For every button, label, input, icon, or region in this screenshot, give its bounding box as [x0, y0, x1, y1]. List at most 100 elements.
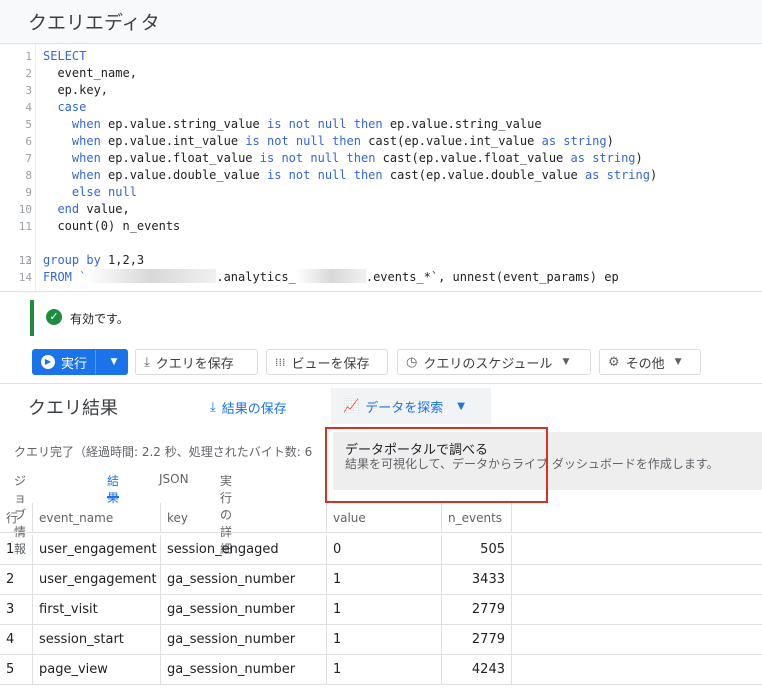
code-line-13[interactable]: 13 group by 1,2,3	[0, 252, 762, 269]
code-text: event_name,	[43, 66, 137, 80]
line-number: 2	[25, 67, 32, 80]
grid-dots-icon: ⁞⁞⁞	[275, 355, 286, 369]
table-cell: 4	[0, 625, 33, 655]
sql-editor[interactable]: 1 SELECT 2 event_name, 3 ep.key, 4 case 5 whe…	[0, 44, 762, 292]
code-text: ep.key,	[43, 83, 109, 97]
line-number: 4	[25, 101, 32, 114]
table-header-row: 行 event_name key value n_events	[0, 503, 762, 533]
chevron-down-icon: ▼	[457, 400, 465, 412]
redacted-dataset	[295, 269, 366, 283]
table-cell: 1	[327, 625, 442, 655]
code-line-4[interactable]: 4 case	[0, 99, 762, 116]
table-cell: 3	[0, 595, 33, 625]
validation-text: 有効です。	[70, 312, 129, 326]
code-text: SELECT	[43, 49, 87, 63]
code-line-12[interactable]: 12 FROM ` .analytics_ .events_*`, unnest(e…	[0, 235, 762, 284]
column-header: n_events	[442, 503, 512, 533]
table-cell: 3433	[442, 565, 512, 595]
code-text: when ep.value.string_value is not null t…	[71, 117, 542, 131]
table-cell: 2779	[442, 595, 512, 625]
column-header: 行	[0, 503, 33, 533]
tab-job-info[interactable]: ジョブ情報	[14, 472, 26, 556]
explore-data-button[interactable]: 📈 データを探索 ▼	[331, 388, 491, 424]
table-row: 1 user_engagement session_engaged 0 505	[0, 535, 762, 565]
save-query-button[interactable]: ⤓ クエリを保存	[135, 349, 258, 375]
code-line-11[interactable]: 11 count(0) n_events	[0, 218, 762, 235]
table-row: 5 page_view ga_session_number 1 4243	[0, 655, 762, 685]
table-cell: user_engagement	[33, 565, 161, 595]
code-line-5[interactable]: 5 when ep.value.string_value is not null…	[0, 116, 762, 133]
table-cell: 1	[327, 565, 442, 595]
line-number: 11	[18, 220, 32, 233]
code-text: case	[57, 100, 87, 114]
table-cell: ga_session_number	[161, 565, 327, 595]
code-line-2[interactable]: 2 event_name,	[0, 65, 762, 82]
line-number: 6	[25, 135, 32, 148]
chart-icon: 📈	[343, 398, 360, 414]
download-icon: ⤓	[210, 400, 216, 415]
table-cell: 5	[0, 655, 33, 685]
line-number: 9	[25, 186, 32, 199]
table-cell: ga_session_number	[161, 625, 327, 655]
code-line-9[interactable]: 9 else null	[0, 184, 762, 201]
redacted-project	[86, 269, 217, 283]
table-cell: 505	[442, 535, 512, 565]
check-circle-icon: ✓	[46, 309, 62, 325]
save-view-button[interactable]: ⁞⁞⁞ ビューを保存	[266, 349, 388, 375]
table-cell: 1	[0, 535, 33, 565]
tab-results[interactable]: 結果	[107, 472, 120, 505]
table-row: 4 session_start ga_session_number 1 2779	[0, 625, 762, 655]
table-row: 3 first_visit ga_session_number 1 2779	[0, 595, 762, 625]
results-title: クエリ結果	[28, 398, 118, 419]
chevron-down-icon: ▼	[562, 357, 570, 367]
table-cell: 4243	[442, 655, 512, 685]
schedule-query-button[interactable]: ◷ クエリのスケジュール ▼	[397, 349, 591, 375]
code-line-7[interactable]: 7 when ep.value.float_value is not null …	[0, 150, 762, 167]
code-line-6[interactable]: 6 when ep.value.int_value is not null th…	[0, 133, 762, 150]
tab-json[interactable]: JSON	[159, 472, 189, 498]
table-cell: session_engaged	[161, 535, 327, 565]
save-results-button[interactable]: ⤓ 結果の保存	[210, 398, 287, 417]
column-header: value	[327, 503, 442, 533]
line-number: 1	[25, 50, 32, 63]
code-line-3[interactable]: 3 ep.key,	[0, 82, 762, 99]
table-cell: ga_session_number	[161, 595, 327, 625]
validation-status: ✓ 有効です。	[30, 300, 330, 336]
line-number: 5	[25, 118, 32, 131]
table-cell: 2	[0, 565, 33, 595]
table-cell: 1	[327, 655, 442, 685]
code-text: end value,	[57, 202, 130, 216]
annotation-highlight	[325, 427, 548, 503]
code-text: count(0) n_events	[43, 219, 181, 233]
tab-execution-details[interactable]: 実行の詳細	[220, 472, 232, 556]
run-button[interactable]: ▶ 実行 ▼	[32, 349, 128, 375]
download-icon: ⤓	[144, 354, 150, 370]
line-number: 3	[25, 84, 32, 97]
divider	[0, 383, 762, 384]
chevron-down-icon[interactable]: ▼	[102, 357, 126, 367]
code-line-8[interactable]: 8 when ep.value.double_value is not null…	[0, 167, 762, 184]
column-header: key	[161, 503, 327, 533]
code-text: group by 1,2,3	[43, 253, 145, 267]
code-line-1[interactable]: 1 SELECT	[0, 48, 762, 65]
table-cell: 2779	[442, 625, 512, 655]
table-cell: ga_session_number	[161, 655, 327, 685]
line-number: 10	[18, 203, 32, 216]
code-text: when ep.value.double_value is not null t…	[71, 168, 658, 182]
code-line-10[interactable]: 10 end value,	[0, 201, 762, 218]
table-row: 2 user_engagement ga_session_number 1 3433	[0, 565, 762, 595]
line-number: 7	[25, 152, 32, 165]
chevron-down-icon: ▼	[674, 357, 682, 367]
run-label: 実行	[61, 356, 88, 372]
gear-icon: ⚙	[608, 354, 620, 370]
code-text: when ep.value.float_value is not null th…	[71, 151, 643, 165]
play-icon: ▶	[41, 355, 55, 369]
column-header: event_name	[33, 503, 161, 533]
more-button[interactable]: ⚙ その他 ▼	[599, 349, 701, 375]
table-cell: first_visit	[33, 595, 161, 625]
line-number: 8	[25, 169, 32, 182]
table-cell: 1	[327, 595, 442, 625]
table-cell: user_engagement	[33, 535, 161, 565]
from-keyword: FROM `	[43, 270, 87, 284]
code-text: else null	[71, 185, 137, 199]
